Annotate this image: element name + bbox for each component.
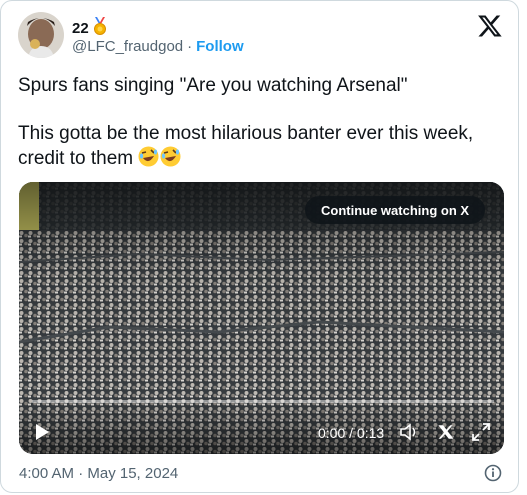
- info-icon[interactable]: [484, 464, 502, 482]
- follow-button[interactable]: Follow: [196, 38, 244, 55]
- fullscreen-icon[interactable]: [472, 423, 490, 446]
- x-logo-icon[interactable]: [437, 423, 455, 446]
- laughing-emoji-icon: [138, 146, 159, 167]
- display-name[interactable]: 22: [72, 20, 89, 37]
- video-progress-bar[interactable]: [32, 400, 494, 403]
- tweet-line-1: Spurs fans singing "Are you watching Ars…: [18, 75, 408, 96]
- video-time: 0:00 / 0:13: [318, 425, 385, 441]
- x-logo-icon[interactable]: [476, 12, 504, 40]
- medal-icon: [92, 17, 108, 40]
- tweet-timestamp[interactable]: 4:00 AM · May 15, 2024: [19, 465, 178, 482]
- avatar[interactable]: [18, 12, 64, 58]
- tweet-line-2: This gotta be the most hilarious banter …: [18, 123, 474, 169]
- separator-dot: ·: [187, 38, 193, 55]
- volume-icon[interactable]: [399, 423, 419, 446]
- play-icon[interactable]: [33, 423, 51, 446]
- laughing-emoji-icon: [160, 146, 181, 167]
- handle[interactable]: @LFC_fraudgod: [72, 38, 183, 55]
- tweet-text: Spurs fans singing "Are you watching Ars…: [18, 74, 508, 171]
- continue-watching-button[interactable]: Continue watching on X: [305, 196, 486, 224]
